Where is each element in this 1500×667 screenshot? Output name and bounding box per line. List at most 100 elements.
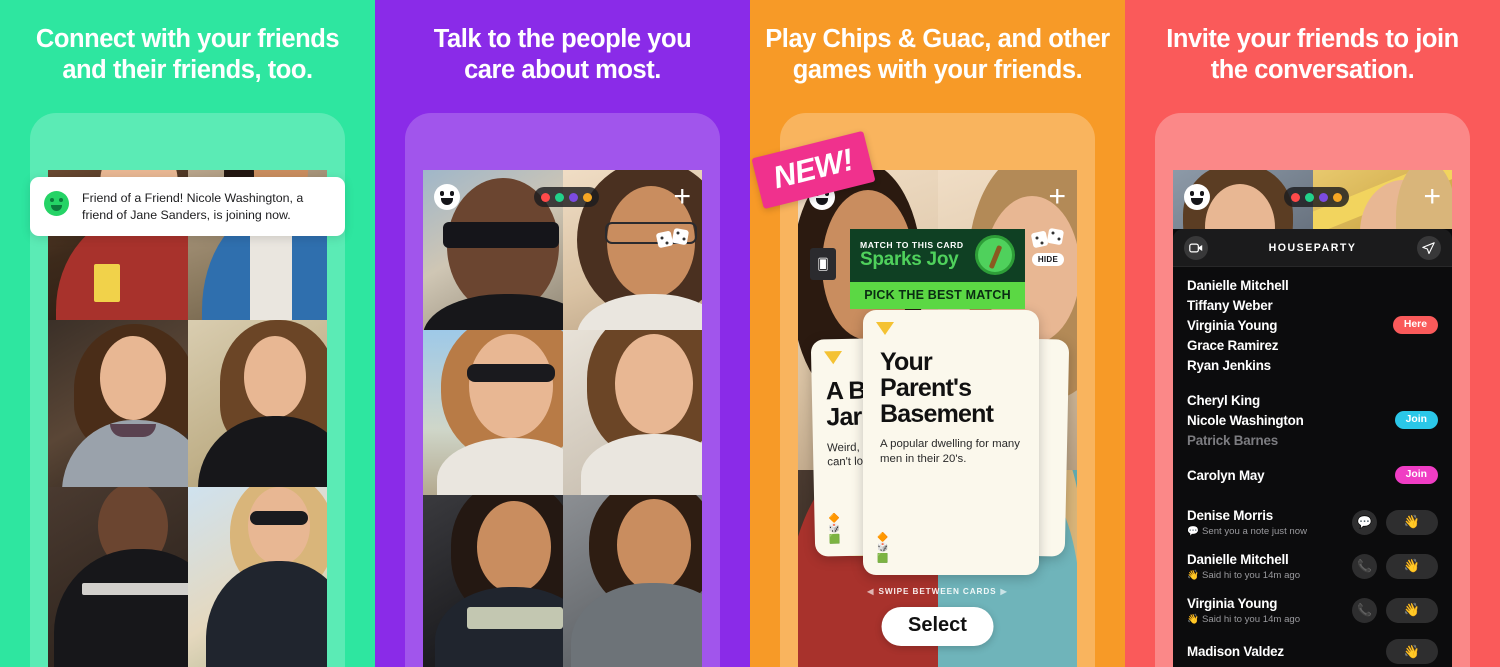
pick-best-match-button[interactable]: PICK THE BEST MATCH bbox=[850, 282, 1025, 309]
video-tile[interactable] bbox=[562, 495, 702, 667]
plus-icon[interactable]: + bbox=[1423, 182, 1441, 212]
wave-icon: 👋 bbox=[1187, 570, 1199, 581]
headline-games: Play Chips & Guac, and other games with … bbox=[765, 25, 1110, 84]
panel-invite: Invite your friends to join the conversa… bbox=[1125, 0, 1500, 667]
call-screen-3: + HIDE 🂠 MATCH TO THIS CARD Sparks Joy P… bbox=[798, 170, 1077, 667]
list-item[interactable]: Carolyn May Join bbox=[1173, 465, 1452, 485]
green-coin-icon bbox=[975, 235, 1015, 275]
wave-button[interactable]: 👋 bbox=[1386, 509, 1438, 535]
send-icon[interactable] bbox=[1416, 236, 1441, 260]
app-store-screenshot-set: Connect with your friends and their frie… bbox=[0, 0, 1500, 667]
activity-sub: 👋 Said hi to you 14m ago bbox=[1187, 614, 1301, 625]
game-banner-top: MATCH TO THIS CARD Sparks Joy bbox=[850, 229, 1025, 282]
panel-connect: Connect with your friends and their frie… bbox=[0, 0, 375, 667]
dice-icon[interactable] bbox=[656, 226, 690, 250]
game-cards: A Big Jar of Weird, gr can't look 🔶🎲🟩 le… bbox=[798, 310, 1077, 585]
activity-sub: 👋 Said hi to you 14m ago bbox=[1187, 570, 1301, 581]
panel-games: Play Chips & Guac, and other games with … bbox=[750, 0, 1125, 667]
friend-name: Virginia Young bbox=[1187, 317, 1278, 333]
friend-name: Patrick Barnes bbox=[1187, 432, 1278, 448]
join-button[interactable]: Join bbox=[1394, 466, 1438, 484]
video-tile[interactable] bbox=[187, 487, 327, 667]
suit-icons: 🔶 🎲 🟩 bbox=[877, 531, 889, 563]
video-tile[interactable] bbox=[562, 330, 702, 495]
video-tile[interactable] bbox=[423, 330, 563, 495]
hide-button[interactable]: HIDE bbox=[1031, 253, 1065, 266]
list-item[interactable]: Nicole Washington Join bbox=[1173, 410, 1452, 430]
game-banner-title: Sparks Joy bbox=[860, 249, 959, 271]
friend-name: Virginia Young bbox=[1187, 596, 1278, 611]
call-top-bar-4: + bbox=[1173, 180, 1452, 214]
video-tile[interactable] bbox=[48, 487, 188, 667]
status-badge[interactable]: Here bbox=[1392, 316, 1438, 334]
note-icon: 💬 bbox=[1187, 526, 1199, 537]
row-actions: 💬 👋 bbox=[1352, 509, 1438, 535]
panel-talk: Talk to the people you care about most. bbox=[375, 0, 750, 667]
friend-name: Denise Morris bbox=[1187, 508, 1273, 523]
call-icon[interactable]: 📞 bbox=[1352, 553, 1377, 579]
friend-name: Carolyn May bbox=[1187, 467, 1265, 483]
phone-frame-2: + ••• bbox=[405, 113, 720, 667]
wave-button[interactable]: 👋 bbox=[1386, 553, 1438, 579]
select-button[interactable]: Select bbox=[881, 607, 994, 646]
friends-sheet: HOUSEPARTY Danielle Mitchell Tiffany Web… bbox=[1173, 229, 1452, 667]
game-banner: MATCH TO THIS CARD Sparks Joy PICK THE B… bbox=[850, 229, 1025, 309]
call-top-bar-2: + bbox=[423, 180, 702, 214]
smiley-icon[interactable] bbox=[1184, 184, 1210, 210]
chat-icon[interactable]: 💬 bbox=[1352, 509, 1377, 535]
list-item[interactable]: Grace Ramirez bbox=[1173, 335, 1452, 355]
game-card-sub: A popular dwelling for many men in their… bbox=[880, 438, 1020, 465]
friend-name: Nicole Washington bbox=[1187, 412, 1304, 428]
smiley-icon[interactable] bbox=[434, 184, 460, 210]
dice-icon[interactable]: HIDE bbox=[1031, 226, 1065, 266]
list-item[interactable]: Ryan Jenkins bbox=[1173, 355, 1452, 375]
presence-dots[interactable] bbox=[1284, 187, 1350, 207]
plus-icon[interactable]: + bbox=[1048, 182, 1066, 212]
call-screen-1 bbox=[48, 170, 327, 667]
join-button[interactable]: Join bbox=[1394, 411, 1438, 429]
card-deck-icon[interactable]: 🂠 bbox=[810, 248, 836, 280]
wave-button[interactable]: 👋 bbox=[1386, 597, 1438, 623]
friend-name: Cheryl King bbox=[1187, 392, 1260, 408]
video-tile[interactable] bbox=[48, 320, 188, 487]
call-screen-4: + HOUSEPARTY Danielle Mitchell Tiffany W… bbox=[1173, 170, 1452, 667]
video-tile[interactable] bbox=[423, 495, 563, 667]
list-item[interactable]: Denise Morris 💬 Sent you a note just now … bbox=[1173, 500, 1452, 544]
friend-name: Ryan Jenkins bbox=[1187, 357, 1271, 373]
presence-dots[interactable] bbox=[534, 187, 600, 207]
list-item[interactable]: Madison Valdez 👋 bbox=[1173, 632, 1452, 667]
friend-name: Grace Ramirez bbox=[1187, 337, 1279, 353]
plus-icon[interactable]: + bbox=[673, 182, 691, 212]
list-item[interactable]: Virginia Young Here bbox=[1173, 315, 1452, 335]
friend-notification[interactable]: Friend of a Friend! Nicole Washington, a… bbox=[30, 177, 345, 237]
list-item[interactable]: Danielle Mitchell 👋 Said hi to you 14m ag… bbox=[1173, 544, 1452, 588]
list-item[interactable]: Danielle Mitchell bbox=[1173, 275, 1452, 295]
list-item[interactable]: Patrick Barnes bbox=[1173, 430, 1452, 450]
video-message-icon[interactable] bbox=[1184, 236, 1208, 260]
row-actions: 📞 👋 bbox=[1352, 597, 1438, 623]
smiley-green-icon bbox=[44, 191, 69, 216]
list-item[interactable]: Tiffany Weber bbox=[1173, 295, 1452, 315]
call-screen-2: + ••• bbox=[423, 170, 702, 667]
video-grid-1 bbox=[48, 170, 327, 667]
headline-talk: Talk to the people you care about most. bbox=[433, 25, 692, 84]
video-tile[interactable] bbox=[187, 320, 327, 487]
phone-frame-4: + HOUSEPARTY Danielle Mitchell Tiffany W… bbox=[1155, 113, 1470, 667]
friend-name: Tiffany Weber bbox=[1187, 297, 1273, 313]
triangle-icon bbox=[876, 322, 894, 335]
friend-name: Danielle Mitchell bbox=[1187, 552, 1289, 567]
triangle-icon bbox=[823, 351, 843, 365]
call-icon[interactable]: 📞 bbox=[1352, 597, 1377, 623]
list-item[interactable]: Cheryl King bbox=[1173, 390, 1452, 410]
sheet-title: HOUSEPARTY bbox=[1268, 242, 1357, 254]
friends-list: Danielle Mitchell Tiffany Weber Virginia… bbox=[1173, 267, 1452, 667]
sheet-header: HOUSEPARTY bbox=[1173, 229, 1452, 267]
wave-icon: 👋 bbox=[1187, 614, 1199, 625]
wave-button[interactable]: 👋 bbox=[1386, 639, 1438, 664]
notification-text: Friend of a Friend! Nicole Washington, a… bbox=[82, 191, 304, 222]
game-card-active[interactable]: Your Parent's Basement A popular dwellin… bbox=[863, 310, 1039, 575]
suit-icons: 🔶 🎲 🟩 bbox=[828, 513, 841, 545]
game-card-title: Your Parent's Basement bbox=[880, 348, 994, 428]
headline-invite: Invite your friends to join the conversa… bbox=[1166, 25, 1459, 84]
list-item[interactable]: Virginia Young 👋 Said hi to you 14m ago 📞… bbox=[1173, 588, 1452, 632]
